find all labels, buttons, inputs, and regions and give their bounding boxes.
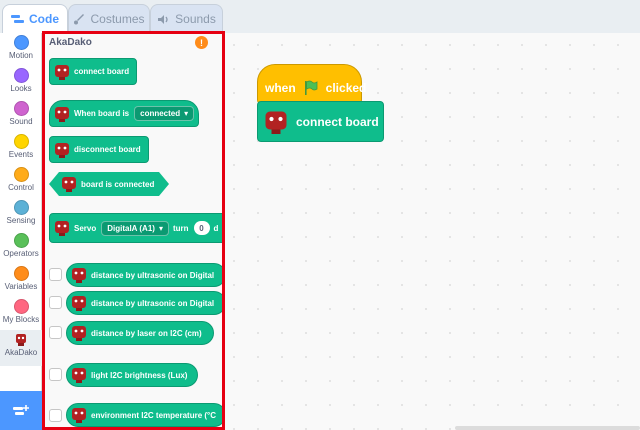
block-label: environment I2C temperature (°C xyxy=(91,410,217,420)
sound-color-dot xyxy=(13,101,29,116)
robot-icon xyxy=(54,105,70,123)
variables-color-dot xyxy=(13,266,29,281)
category-label: Events xyxy=(8,150,34,159)
robot-icon xyxy=(71,366,87,384)
looks-color-dot xyxy=(13,68,29,83)
category-sound[interactable]: Sound xyxy=(0,99,42,132)
tab-sounds[interactable]: Sounds xyxy=(150,4,223,33)
tab-costumes[interactable]: Costumes xyxy=(68,4,150,33)
dropdown-value: DigitalA (A1) xyxy=(107,223,155,233)
robot-icon xyxy=(54,219,70,237)
category-label: AkaDako xyxy=(4,348,38,357)
category-label: Sensing xyxy=(6,216,36,225)
add-extension-button[interactable] xyxy=(0,391,42,430)
category-menu: Motion Looks Sound Events Control Sensin… xyxy=(0,33,42,430)
robot-icon xyxy=(71,294,87,312)
when-flag-clicked-block[interactable]: when clicked xyxy=(257,64,366,104)
events-color-dot xyxy=(13,134,29,149)
category-label: Motion xyxy=(8,51,33,60)
sensing-color-dot xyxy=(13,200,29,215)
block-distance-ultrasonic-1[interactable]: distance by ultrasonic on Digital xyxy=(66,263,222,287)
tab-code-label: Code xyxy=(29,12,59,26)
tab-sounds-label: Sounds xyxy=(175,12,216,26)
block-label: When board is xyxy=(74,109,130,118)
category-label: My Blocks xyxy=(2,315,40,324)
checkbox-light[interactable] xyxy=(49,368,62,381)
category-operators[interactable]: Operators xyxy=(0,231,42,264)
category-sensing[interactable]: Sensing xyxy=(0,198,42,231)
operators-color-dot xyxy=(13,233,29,248)
checkbox-ultrasonic-2[interactable] xyxy=(49,296,62,309)
category-label: Sound xyxy=(9,117,33,126)
robot-icon xyxy=(71,406,87,424)
block-label: light I2C brightness (Lux) xyxy=(91,370,188,380)
category-label: Operators xyxy=(3,249,39,258)
add-extension-icon xyxy=(13,404,29,415)
brush-icon xyxy=(73,13,85,25)
servo-angle-input[interactable]: 0 xyxy=(193,221,210,235)
category-label: Variables xyxy=(4,282,38,291)
block-label: disconnect board xyxy=(74,145,141,154)
robot-icon xyxy=(54,63,70,81)
tab-code[interactable]: Code xyxy=(2,4,68,33)
category-label: Looks xyxy=(10,84,32,93)
hat-clicked-label: clicked xyxy=(325,81,367,95)
tab-costumes-label: Costumes xyxy=(90,12,145,26)
block-environment-temperature[interactable]: environment I2C temperature (°C xyxy=(66,403,222,427)
block-label: connect board xyxy=(296,114,379,129)
motion-color-dot xyxy=(13,35,29,50)
block-distance-ultrasonic-2[interactable]: distance by ultrasonic on Digital xyxy=(66,291,222,315)
block-label: board is connected xyxy=(81,179,155,189)
block-light-brightness[interactable]: light I2C brightness (Lux) xyxy=(66,363,198,387)
warning-icon[interactable]: ! xyxy=(195,36,208,49)
category-label: Control xyxy=(8,183,34,192)
robot-icon xyxy=(71,324,87,342)
servo-port-dropdown[interactable]: DigitalA (A1) ▾ xyxy=(101,220,169,236)
block-distance-laser[interactable]: distance by laser on I2C (cm) xyxy=(66,321,214,345)
robot-icon xyxy=(14,333,28,347)
category-motion[interactable]: Motion xyxy=(0,33,42,66)
robot-icon xyxy=(71,266,87,284)
speaker-icon xyxy=(157,14,170,25)
dropdown-value: connected xyxy=(140,109,181,118)
category-looks[interactable]: Looks xyxy=(0,66,42,99)
block-label: distance by ultrasonic on Digital xyxy=(91,270,215,280)
workspace-horizontal-scrollbar[interactable] xyxy=(455,426,640,430)
code-icon xyxy=(11,14,24,25)
my-blocks-color-dot xyxy=(13,299,29,314)
hat-when-label: when xyxy=(265,81,296,95)
palette-section-title: AkaDako xyxy=(49,37,92,48)
workspace-connect-board-block[interactable]: connect board xyxy=(257,101,384,142)
block-servo-turn[interactable]: Servo DigitalA (A1) ▾ turn 0 d xyxy=(49,213,222,243)
robot-icon xyxy=(264,108,288,136)
category-akadako[interactable]: AkaDako xyxy=(0,330,42,366)
checkbox-ultrasonic-1[interactable] xyxy=(49,268,62,281)
control-color-dot xyxy=(13,167,29,182)
checkbox-laser[interactable] xyxy=(49,326,62,339)
robot-icon xyxy=(54,141,70,159)
block-label-suffix: d xyxy=(213,223,219,233)
block-disconnect-board[interactable]: disconnect board xyxy=(49,136,149,163)
category-events[interactable]: Events xyxy=(0,132,42,165)
editor-tab-bar: Code Costumes Sounds xyxy=(0,0,640,33)
block-label: distance by ultrasonic on Digital xyxy=(91,298,215,308)
block-label: distance by laser on I2C (cm) xyxy=(91,328,202,338)
checkbox-environment[interactable] xyxy=(49,409,62,422)
block-label: Servo xyxy=(74,223,97,233)
block-palette: AkaDako ! connect board When board is co… xyxy=(42,33,222,430)
category-control[interactable]: Control xyxy=(0,165,42,198)
block-board-is-connected[interactable]: board is connected xyxy=(49,172,169,196)
robot-icon xyxy=(61,175,77,193)
category-variables[interactable]: Variables xyxy=(0,264,42,297)
block-connect-board[interactable]: connect board xyxy=(49,58,137,85)
green-flag-icon xyxy=(303,80,319,96)
board-state-dropdown[interactable]: connected ▾ xyxy=(134,106,195,121)
category-my-blocks[interactable]: My Blocks xyxy=(0,297,42,330)
block-label-turn: turn xyxy=(172,223,189,233)
chevron-down-icon: ▾ xyxy=(158,223,163,233)
block-when-board-is[interactable]: When board is connected ▾ xyxy=(49,100,199,127)
block-label: connect board xyxy=(74,67,130,76)
chevron-down-icon: ▾ xyxy=(184,109,189,118)
